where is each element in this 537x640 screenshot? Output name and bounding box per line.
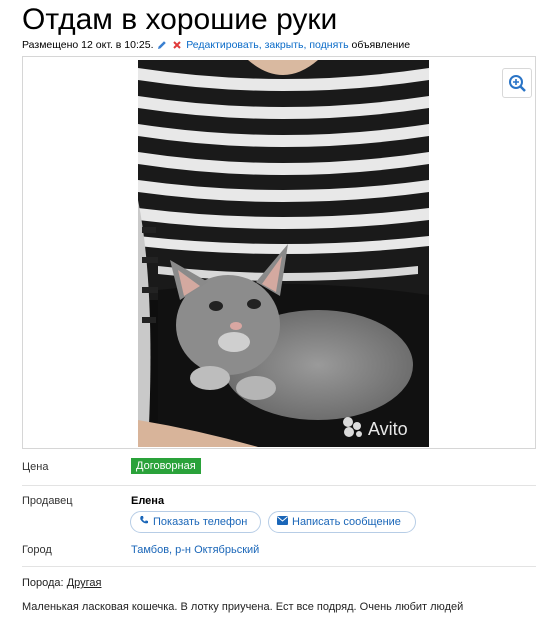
city-link[interactable]: Тамбов, р-н Октябрьский (131, 544, 259, 556)
price-badge: Договорная (131, 458, 201, 474)
phone-icon (139, 512, 149, 532)
zoom-in-icon (509, 75, 526, 92)
breed-label: Порода: (22, 577, 64, 589)
divider (22, 485, 536, 486)
listing-photo[interactable]: Avito (138, 60, 429, 447)
page-title: Отдам в хорошие руки (22, 3, 338, 36)
city-label: Город (22, 544, 52, 556)
breed-line: Порода: Другая (22, 577, 101, 589)
send-message-label: Написать сообщение (292, 516, 401, 528)
zoom-button[interactable] (502, 68, 532, 98)
price-label: Цена (22, 461, 49, 473)
price-row: Цена Договорная (22, 458, 536, 480)
city-row: Город Тамбов, р-н Октябрьский (22, 544, 536, 562)
send-message-button[interactable]: Написать сообщение (268, 511, 416, 533)
description-text: Маленькая ласковая кошечка. В лотку приу… (22, 601, 464, 613)
show-phone-label: Показать телефон (153, 516, 248, 528)
pencil-icon[interactable] (156, 39, 168, 51)
envelope-icon (277, 512, 288, 532)
seller-name: Елена (131, 495, 165, 507)
divider (22, 566, 536, 567)
price-value: Договорная (131, 458, 201, 474)
actions-suffix: объявление (351, 39, 411, 51)
posted-date: Размещено 12 окт. в 10:25. (22, 39, 154, 51)
edit-close-raise-link[interactable]: Редактировать, закрыть, поднять (186, 39, 348, 51)
seller-label: Продавец (22, 495, 73, 507)
show-phone-button[interactable]: Показать телефон (130, 511, 261, 533)
watermark-text: Avito (368, 419, 408, 439)
close-icon[interactable] (171, 39, 183, 51)
listing-meta: Размещено 12 окт. в 10:25. Редактировать… (22, 38, 410, 52)
breed-value: Другая (66, 577, 102, 589)
